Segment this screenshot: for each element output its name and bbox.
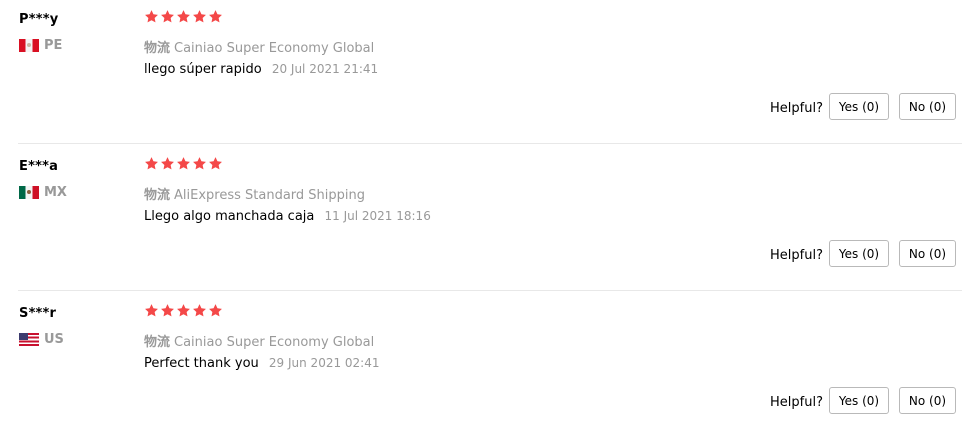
helpful-label: Helpful?	[770, 101, 823, 116]
country-code: MX	[44, 184, 67, 200]
shipping-label: 物流	[144, 41, 171, 56]
helpful-no-button[interactable]: No (0)	[899, 93, 956, 120]
reviewer-name: E***a	[19, 159, 59, 174]
star-icon	[144, 156, 159, 171]
us-flag-icon	[19, 332, 39, 346]
helpful-no-button[interactable]: No (0)	[899, 387, 956, 414]
shipping-label: 物流	[144, 188, 171, 203]
star-rating	[144, 156, 223, 171]
shipping-info: 物流 Cainiao Super Economy Global	[144, 37, 374, 56]
star-icon	[176, 303, 191, 318]
review-comment: Perfect thank you 29 Jun 2021 02:41	[144, 356, 380, 371]
helpful-label: Helpful?	[770, 395, 823, 410]
review-divider	[18, 143, 962, 144]
star-rating	[144, 9, 223, 24]
shipping-method: Cainiao Super Economy Global	[174, 41, 375, 56]
helpful-no-button[interactable]: No (0)	[899, 240, 956, 267]
peru-flag-icon	[19, 38, 39, 52]
shipping-label: 物流	[144, 335, 171, 350]
helpful-label: Helpful?	[770, 248, 823, 263]
reviewer-name: P***y	[19, 12, 59, 27]
helpful-yes-button[interactable]: Yes (0)	[829, 240, 889, 267]
reviewer-name: S***r	[19, 306, 57, 321]
review-text: Perfect thank you	[144, 356, 259, 371]
star-icon	[144, 9, 159, 24]
helpful-yes-button[interactable]: Yes (0)	[829, 93, 889, 120]
star-icon	[192, 303, 207, 318]
review-text: Llego algo manchada caja	[144, 209, 315, 224]
star-icon	[160, 303, 175, 318]
country-code: PE	[44, 37, 63, 53]
star-icon	[144, 303, 159, 318]
star-icon	[208, 156, 223, 171]
shipping-method: AliExpress Standard Shipping	[174, 188, 366, 203]
star-icon	[160, 9, 175, 24]
helpful-vote: Helpful? Yes (0) No (0)	[0, 240, 970, 269]
shipping-method: Cainiao Super Economy Global	[174, 335, 375, 350]
review-text: llego súper rapido	[144, 62, 262, 77]
star-rating	[144, 303, 223, 318]
helpful-vote: Helpful? Yes (0) No (0)	[0, 93, 970, 122]
star-icon	[192, 156, 207, 171]
review-item: E***a MX 物流 AliExpress Standard Shipping …	[0, 147, 970, 294]
review-divider	[18, 290, 962, 291]
star-icon	[160, 156, 175, 171]
review-comment: llego súper rapido 20 Jul 2021 21:41	[144, 62, 378, 77]
helpful-vote: Helpful? Yes (0) No (0)	[0, 387, 970, 416]
review-item: P***y PE 物流 Cainiao Super Economy Global …	[0, 0, 970, 147]
shipping-info: 物流 AliExpress Standard Shipping	[144, 184, 365, 203]
mexico-flag-icon	[19, 185, 39, 199]
star-icon	[176, 156, 191, 171]
review-comment: Llego algo manchada caja 11 Jul 2021 18:…	[144, 209, 431, 224]
shipping-info: 物流 Cainiao Super Economy Global	[144, 331, 374, 350]
review-list: P***y PE 物流 Cainiao Super Economy Global …	[0, 0, 970, 434]
country-code: US	[44, 331, 64, 347]
review-date: 11 Jul 2021 18:16	[324, 209, 431, 223]
review-date: 29 Jun 2021 02:41	[268, 356, 380, 370]
reviewer-country: US	[19, 330, 64, 348]
review-date: 20 Jul 2021 21:41	[271, 62, 379, 76]
star-icon	[208, 9, 223, 24]
reviewer-country: PE	[19, 36, 62, 54]
star-icon	[192, 9, 207, 24]
reviewer-country: MX	[19, 183, 67, 201]
review-item: S***r US 物流 Cainiao Super Economy Global …	[0, 294, 970, 441]
star-icon	[176, 9, 191, 24]
star-icon	[208, 303, 223, 318]
helpful-yes-button[interactable]: Yes (0)	[829, 387, 889, 414]
